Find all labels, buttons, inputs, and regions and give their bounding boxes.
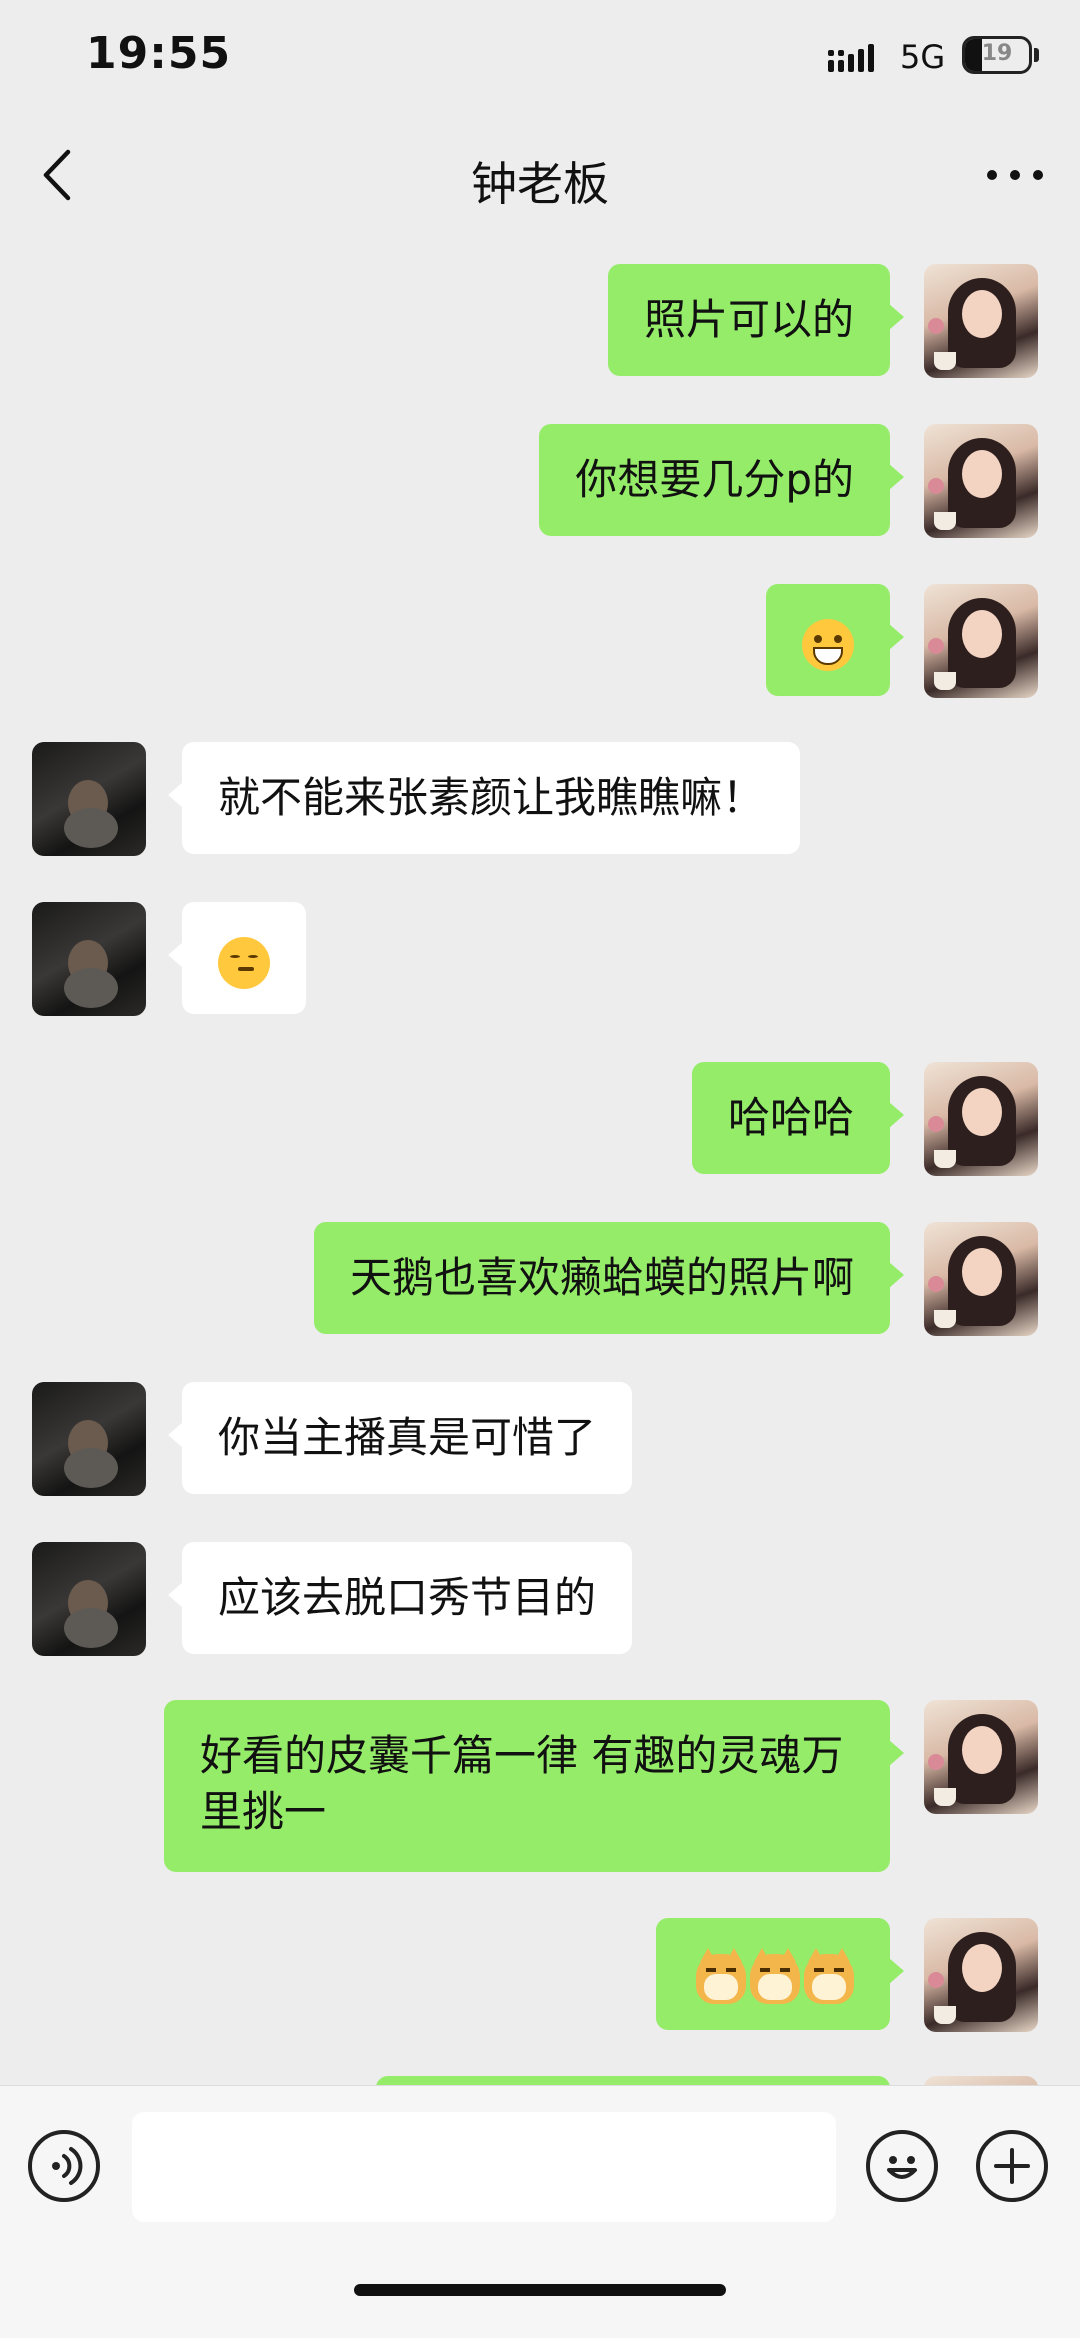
message-text: 应该去脱口秀节目的 xyxy=(218,1573,597,1622)
doge-emoji xyxy=(804,1947,854,2004)
my-avatar[interactable] xyxy=(924,2076,1038,2085)
my-message-bubble[interactable]: 哈哈哈 xyxy=(691,1062,905,1174)
chat-header: 钟老板 xyxy=(0,120,1080,230)
my-message-bubble[interactable]: 照片可以的 xyxy=(607,264,905,376)
message-text: 照片可以的 xyxy=(643,295,854,344)
voice-button[interactable] xyxy=(28,2130,100,2202)
my-avatar[interactable] xyxy=(924,264,1038,378)
chat-title: 钟老板 xyxy=(471,157,609,211)
message-text: 天鹅也喜欢癞蛤蟆的照片啊 xyxy=(349,1253,854,1302)
plus-button[interactable] xyxy=(976,2130,1048,2202)
message-input[interactable] xyxy=(132,2112,836,2222)
plus-icon xyxy=(994,2148,1030,2184)
grin-emoji xyxy=(802,618,854,671)
my-avatar[interactable] xyxy=(924,1062,1038,1176)
my-avatar[interactable] xyxy=(924,1222,1038,1336)
my-avatar[interactable] xyxy=(924,584,1038,698)
status-bar: 19:55 5G 19 xyxy=(0,0,1080,120)
my-message-bubble[interactable] xyxy=(376,2076,890,2085)
contact-message-bubble[interactable]: 应该去脱口秀节目的 xyxy=(167,1542,633,1654)
my-message-bubble[interactable]: 你想要几分p的 xyxy=(539,424,904,536)
status-time: 19:55 xyxy=(86,28,232,79)
message-text: 就不能来张素颜让我瞧瞧嘛！ xyxy=(218,773,765,822)
input-bar xyxy=(0,2085,1080,2338)
doge-emoji xyxy=(750,1947,800,2004)
battery-tip xyxy=(1034,48,1039,62)
message-text: 好看的皮囊千篇一律 有趣的灵魂万里挑一 xyxy=(200,1731,844,1836)
contact-message-bubble[interactable] xyxy=(168,902,306,1014)
message-text: 你当主播真是可惜了 xyxy=(218,1413,597,1462)
contact-message-bubble[interactable]: 你当主播真是可惜了 xyxy=(167,1382,633,1494)
message-list[interactable]: 照片可以的 你想要几分p的 就不能来张素颜让我瞧瞧嘛！ 哈哈哈 天鹅也喜欢癞蛤蟆… xyxy=(0,230,1080,2085)
voice-icon xyxy=(52,2147,83,2185)
my-avatar[interactable] xyxy=(924,424,1038,538)
my-message-bubble[interactable]: 好看的皮囊千篇一律 有趣的灵魂万里挑一 xyxy=(164,1700,904,1872)
emoji-button[interactable] xyxy=(866,2130,938,2202)
more-button[interactable] xyxy=(980,150,1050,200)
my-message-bubble[interactable]: 天鹅也喜欢癞蛤蟆的照片啊 xyxy=(313,1222,905,1334)
doge-emoji xyxy=(696,1947,746,2004)
battery-level: 19 xyxy=(981,41,1013,66)
home-indicator[interactable] xyxy=(354,2284,726,2296)
more-dots-icon xyxy=(987,170,1043,180)
shy-smile-emoji xyxy=(218,936,270,989)
contact-avatar[interactable] xyxy=(32,1382,146,1496)
signal-bars-icon xyxy=(828,44,874,72)
message-text: 你想要几分p的 xyxy=(575,455,854,504)
contact-avatar[interactable] xyxy=(32,1542,146,1656)
battery-icon: 19 xyxy=(962,36,1032,74)
contact-avatar[interactable] xyxy=(32,902,146,1016)
message-text: 哈哈哈 xyxy=(727,1093,854,1142)
my-avatar[interactable] xyxy=(924,1700,1038,1814)
smiley-icon xyxy=(887,2156,917,2179)
contact-avatar[interactable] xyxy=(32,742,146,856)
my-message-bubble[interactable] xyxy=(656,1918,904,2030)
my-message-bubble[interactable] xyxy=(766,584,904,696)
my-avatar[interactable] xyxy=(924,1918,1038,2032)
contact-message-bubble[interactable]: 就不能来张素颜让我瞧瞧嘛！ xyxy=(167,742,801,854)
network-type: 5G xyxy=(900,38,946,76)
